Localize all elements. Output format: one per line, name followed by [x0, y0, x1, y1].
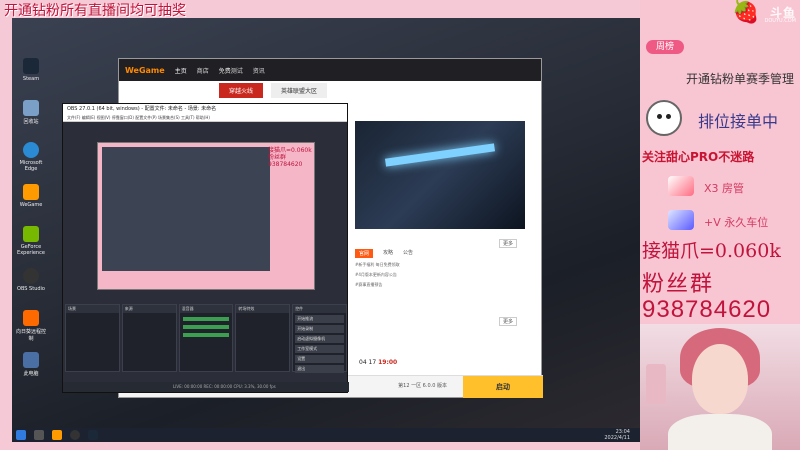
- webcam-feed: [640, 324, 800, 450]
- server-version[interactable]: 第12 一区 6.0.0 版本: [398, 382, 447, 389]
- wegame-top-bar: WeGame 主页 商店 免费测试 资讯: [119, 59, 541, 81]
- wegame-hero-banner[interactable]: [355, 121, 525, 229]
- tab-cf[interactable]: 穿越火线: [219, 83, 264, 98]
- preview-overlay-text: 接猫爪=0.060k 粉丝群 938784620: [268, 147, 312, 168]
- douyu-domain: DOUYU.COM: [764, 18, 797, 24]
- body-shape: [668, 414, 772, 450]
- news-tab-official[interactable]: 官网: [355, 249, 374, 258]
- overlay-fan-group-label: 粉丝群: [642, 272, 715, 297]
- virtual-camera-button[interactable]: 启动虚拟摄像机: [295, 335, 344, 343]
- preview-screen: [102, 147, 270, 271]
- overlay-fan-group-number: 938784620: [642, 296, 772, 323]
- wegame-game-tabs: 穿越火线 英雄联盟大区: [219, 83, 328, 98]
- strawberry-icon: 🍓: [732, 0, 760, 25]
- wegame-nav-free-test[interactable]: 免费测试: [219, 66, 243, 75]
- obs-icon: [23, 268, 39, 284]
- overlay-line-season: 开通钻粉单赛季管理: [686, 72, 795, 86]
- steam-icon: [23, 58, 39, 74]
- wegame-logo: WeGame: [125, 65, 165, 75]
- obs-title-bar: OBS 27.0.1 (64 bit, windows) - 配置文件: 未命名…: [63, 104, 347, 114]
- obs-taskbar-icon[interactable]: [70, 430, 80, 440]
- steam-taskbar-icon[interactable]: [88, 430, 98, 440]
- taskbar-clock[interactable]: 23:04 2022/4/11: [604, 429, 630, 441]
- banner-glow: [384, 143, 496, 167]
- studio-mode-button[interactable]: 工作室模式: [295, 345, 344, 353]
- obs-window: OBS 27.0.1 (64 bit, windows) - 配置文件: 未命名…: [62, 103, 349, 393]
- start-record-button[interactable]: 开始录制: [295, 325, 344, 333]
- desktop-icon-geforce[interactable]: GeForce Experience: [16, 226, 46, 266]
- cat-mascot-icon: [646, 100, 682, 136]
- rocket-gift-icon: [668, 176, 694, 196]
- match-time: 19:00: [378, 359, 398, 366]
- news-tab-notice[interactable]: 公告: [403, 249, 413, 258]
- gift-text-parking: +V 永久车位: [704, 216, 769, 229]
- news-item[interactable]: #新手福利 每日免费领取: [355, 262, 525, 268]
- face-shape: [692, 344, 748, 414]
- desktop-icon-this-pc[interactable]: 此电脑: [16, 352, 46, 392]
- obs-status-bar: LIVE: 00:00:00 REC: 00:00:00 CPU: 3.3%, …: [63, 382, 349, 392]
- desktop-icon-edge[interactable]: Microsoft Edge: [16, 142, 46, 182]
- desktop: Steam 回收站 Microsoft Edge WeGame GeForce …: [12, 18, 640, 442]
- desktop-icon-wegame[interactable]: WeGame: [16, 184, 46, 224]
- desktop-icon-sunflower[interactable]: 向日葵远程控制: [16, 310, 46, 350]
- computer-icon: [23, 352, 39, 368]
- dock-transitions[interactable]: 转场特效: [235, 304, 291, 372]
- obs-preview: 接猫爪=0.060k 粉丝群 938784620: [97, 142, 315, 290]
- gift-text-admin: X3 房管: [704, 182, 745, 195]
- wegame-icon: [23, 184, 39, 200]
- desktop-icon-steam[interactable]: Steam: [16, 58, 46, 98]
- audio-meter[interactable]: [182, 317, 230, 321]
- wegame-taskbar-icon[interactable]: [52, 430, 62, 440]
- dock-mixer[interactable]: 混音器: [178, 304, 234, 372]
- cup-shape: [646, 364, 666, 404]
- more-button[interactable]: 更多: [499, 239, 518, 248]
- stream-overlay-panel: 🍓 斗鱼 DOUYU.COM 周榜 开通钻粉单赛季管理 排位接单中 关注甜心PR…: [640, 0, 800, 450]
- plane-gift-icon: [668, 210, 694, 230]
- geforce-icon: [23, 226, 39, 242]
- edge-icon: [23, 142, 39, 158]
- overlay-line-follow: 关注甜心PRO不迷路: [642, 150, 755, 164]
- settings-button[interactable]: 设置: [295, 355, 344, 363]
- overlay-line-rank: 排位接单中: [698, 112, 779, 131]
- tab-lol[interactable]: 英雄联盟大区: [271, 83, 328, 98]
- obs-docks: 场景 来源 混音器 转场特效 控件 开始推流 开始录制 启动虚拟摄像机 工作室模…: [63, 302, 349, 374]
- desktop-icon-column: Steam 回收站 Microsoft Edge WeGame GeForce …: [16, 56, 46, 392]
- exit-button[interactable]: 退出: [295, 365, 344, 373]
- match-schedule[interactable]: 04 17 19:00: [359, 359, 397, 366]
- search-icon[interactable]: [34, 430, 44, 440]
- wegame-nav-home[interactable]: 主页: [175, 66, 187, 75]
- wegame-nav-store[interactable]: 商店: [197, 66, 209, 75]
- windows-start-icon[interactable]: [16, 430, 26, 440]
- wegame-nav-news[interactable]: 资讯: [253, 66, 265, 75]
- start-game-button[interactable]: 启动: [463, 376, 543, 398]
- dock-sources[interactable]: 来源: [121, 304, 177, 372]
- audio-meter[interactable]: [182, 333, 230, 337]
- desktop-icon-obs[interactable]: OBS Studio: [16, 268, 46, 308]
- match-date: 04 17: [359, 359, 377, 366]
- news-item[interactable]: #4月版本更新内容公告: [355, 272, 525, 278]
- desktop-icon-recycle-bin[interactable]: 回收站: [16, 100, 46, 140]
- audio-meter[interactable]: [182, 325, 230, 329]
- obs-menu-bar[interactable]: 文件(F) 编辑(E) 视图(V) 停靠窗口(D) 配置文件(P) 场景集合(S…: [63, 114, 347, 122]
- taskbar: 23:04 2022/4/11: [12, 428, 640, 442]
- dock-controls: 控件 开始推流 开始录制 启动虚拟摄像机 工作室模式 设置 退出: [292, 304, 347, 373]
- dock-scenes[interactable]: 场景: [65, 304, 120, 372]
- weekly-rank-badge: 周榜: [646, 40, 684, 54]
- recycle-bin-icon: [23, 100, 39, 116]
- news-tab-guide[interactable]: 攻略: [383, 249, 393, 258]
- news-item[interactable]: #赛事直播预告: [355, 282, 525, 288]
- wegame-news: 官网 攻略 公告 #新手福利 每日免费领取 #4月版本更新内容公告 #赛事直播预…: [355, 249, 525, 319]
- overlay-price-text: 接猫爪=0.060k: [642, 240, 781, 262]
- start-stream-button[interactable]: 开始推流: [295, 315, 344, 323]
- more-button[interactable]: 更多: [499, 317, 518, 326]
- sunflower-icon: [23, 310, 39, 326]
